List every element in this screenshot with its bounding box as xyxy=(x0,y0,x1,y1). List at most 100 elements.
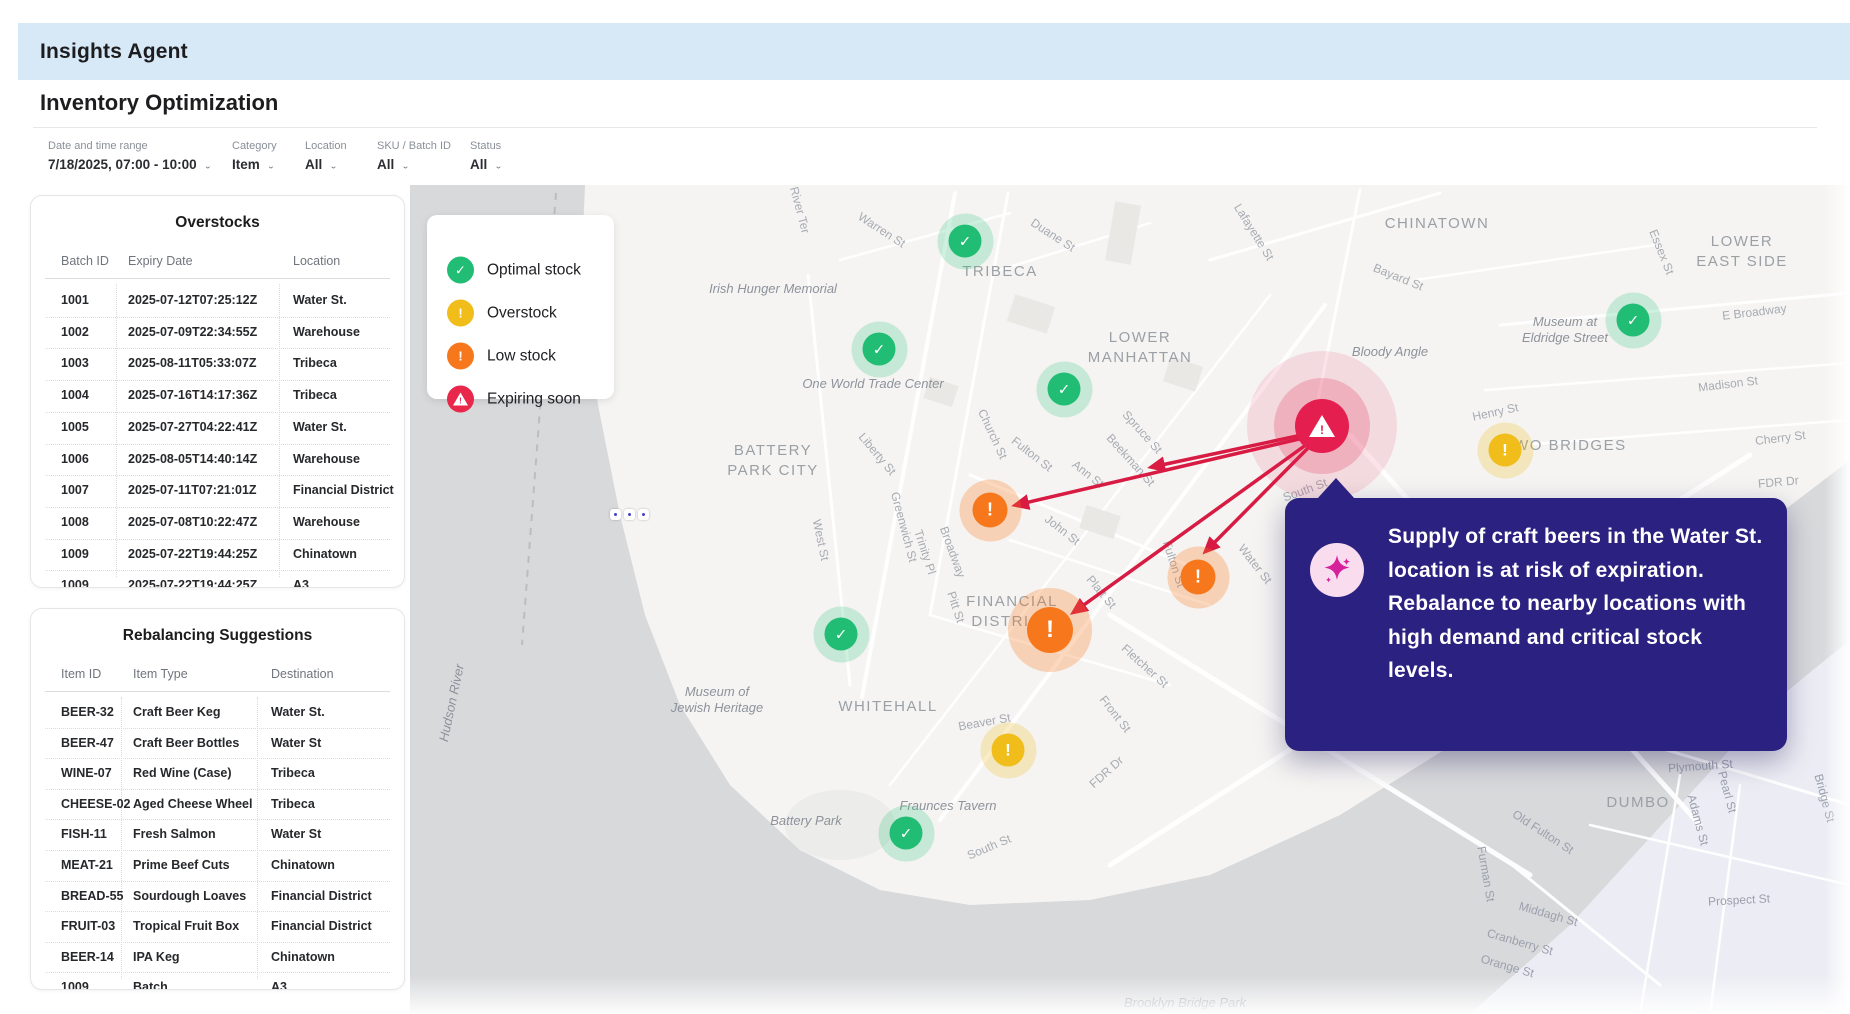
table-row: 1008 2025-07-08T10:22:47Z Warehouse xyxy=(45,506,390,538)
row-separator xyxy=(45,316,390,318)
filter-value: All xyxy=(470,157,488,172)
table-row: FRUIT-03 Tropical Fruit Box Financial Dist… xyxy=(45,911,390,942)
table-cell: Chinatown xyxy=(271,949,335,964)
legend-label: Expiring soon xyxy=(487,390,581,407)
exclamation-icon: ! xyxy=(991,733,1025,767)
table-cell: FRUIT-03 xyxy=(61,919,116,934)
column-header: Destination xyxy=(271,667,334,681)
legend-item-expiring: ! Expiring soon xyxy=(447,385,581,413)
table-cell: Tribeca xyxy=(293,388,337,403)
table-cell: 1004 xyxy=(61,388,89,403)
check-icon: ✓ xyxy=(824,617,858,651)
row-separator xyxy=(45,443,390,445)
filter-label: Category xyxy=(232,140,277,152)
low_big-marker[interactable]: ! xyxy=(1008,588,1092,672)
warning-triangle-icon: ! xyxy=(453,392,468,406)
table-row: 1007 2025-07-11T07:21:01Z Financial Distri… xyxy=(45,475,394,506)
legend-label: Optimal stock xyxy=(487,261,581,278)
filter-sku-batch-id[interactable]: SKU / Batch ID All ⌄ xyxy=(377,140,451,174)
table-cell: A3 xyxy=(293,578,309,588)
row-separator xyxy=(45,972,390,974)
table-cell: Warehouse xyxy=(293,451,360,466)
legend-item-low: ! Low stock xyxy=(447,342,556,370)
table-cell: 1009 xyxy=(61,578,89,588)
low-icon: ! xyxy=(447,342,474,370)
low-marker[interactable]: ! xyxy=(1167,546,1229,608)
row-separator xyxy=(45,506,390,508)
rebalancing-card: Rebalancing Suggestions Item ID Item Type… xyxy=(30,608,405,990)
map-dots-control[interactable] xyxy=(610,509,649,520)
check-icon: ✓ xyxy=(1047,372,1081,406)
check-icon: ✓ xyxy=(1616,303,1650,337)
table-cell: 2025-08-05T14:40:14Z xyxy=(128,451,258,466)
table-row: BEER-14 IPA Keg Chinatown xyxy=(45,941,390,973)
table-cell: 2025-07-11T07:21:01Z xyxy=(128,483,257,498)
callout-pointer xyxy=(1317,478,1355,499)
table-cell: Batch xyxy=(133,980,168,990)
optimal-marker[interactable]: ✓ xyxy=(1036,361,1092,417)
table-cell: FISH-11 xyxy=(61,827,107,842)
table-cell: Financial District xyxy=(271,919,372,934)
table-cell: Chinatown xyxy=(271,858,335,872)
table-row: 1002 2025-07-09T22:34:55Z Warehouse xyxy=(45,316,390,348)
check-icon: ✓ xyxy=(889,816,923,850)
optimal-marker[interactable]: ✓ xyxy=(851,321,907,377)
chevron-down-icon: ⌄ xyxy=(329,162,338,171)
low-marker[interactable]: ! xyxy=(959,479,1021,541)
table-cell: 2025-07-09T22:34:55Z xyxy=(128,324,258,339)
chevron-down-icon: ⌄ xyxy=(494,162,503,171)
table-cell: 2025-07-16T14:17:36Z xyxy=(128,388,258,403)
legend-item-overstock: ! Overstock xyxy=(447,299,557,327)
check-icon: ✓ xyxy=(948,224,982,258)
table-cell: Financial District xyxy=(293,483,394,498)
table-row: 1004 2025-07-16T14:17:36Z Tribeca xyxy=(45,380,390,411)
exclamation-icon: ! xyxy=(972,492,1008,528)
optimal-marker[interactable]: ✓ xyxy=(878,805,934,861)
table-cell: 1001 xyxy=(61,293,89,307)
optimal-marker[interactable]: ✓ xyxy=(937,213,993,269)
table-row: FISH-11 Fresh Salmon Water St xyxy=(45,819,390,850)
table-row: 1005 2025-07-27T04:22:41Z Water St. xyxy=(45,411,390,443)
overstock-icon: ! xyxy=(447,299,474,327)
optimal-marker[interactable]: ✓ xyxy=(813,606,869,662)
table-cell: Prime Beef Cuts xyxy=(133,858,230,872)
filter-date-and-time-range[interactable]: Date and time range 7/18/2025, 07:00 - 10… xyxy=(48,140,212,174)
filter-status[interactable]: Status All ⌄ xyxy=(470,140,503,174)
table-cell: 1002 xyxy=(61,324,89,339)
optimal-marker[interactable]: ✓ xyxy=(1605,292,1661,348)
row-separator xyxy=(45,819,390,821)
table-cell: 1008 xyxy=(61,514,89,529)
filter-location[interactable]: Location All ⌄ xyxy=(305,140,347,174)
table-cell: Aged Cheese Wheel xyxy=(133,796,253,811)
table-cell: BREAD-55 xyxy=(61,888,124,903)
table-row: BEER-47 Craft Beer Bottles Water St xyxy=(45,727,390,759)
table-cell: Chinatown xyxy=(293,546,357,561)
overstock-marker[interactable]: ! xyxy=(980,722,1036,778)
table-row: BREAD-55 Sourdough Loaves Financial Distri… xyxy=(45,880,390,912)
filter-value: All xyxy=(377,157,395,172)
table-row: BEER-32 Craft Beer Keg Water St. xyxy=(45,697,390,728)
filter-category[interactable]: Category Item ⌄ xyxy=(232,140,277,174)
optimal-icon: ✓ xyxy=(447,256,474,284)
table-cell: Warehouse xyxy=(293,324,360,339)
app-title: Insights Agent xyxy=(40,39,188,63)
ai-insight-callout: Supply of craft beers in the Water St. l… xyxy=(1285,478,1787,751)
table-row: 1001 2025-07-12T07:25:12Z Water St. xyxy=(45,285,390,316)
filter-value: Item xyxy=(232,157,260,172)
table-cell: Tribeca xyxy=(271,796,315,811)
row-separator xyxy=(45,348,390,350)
filter-value: All xyxy=(305,157,323,172)
table-cell: A3 xyxy=(271,980,287,990)
table-cell: CHEESE-02 xyxy=(61,796,131,811)
overstock-marker[interactable]: ! xyxy=(1477,422,1533,478)
table-cell: 2025-08-11T05:33:07Z xyxy=(128,356,257,371)
table-cell: Water St. xyxy=(293,293,347,307)
map-canvas[interactable]: ✓ Optimal stock ! Overstock ! Low stock! Expir… xyxy=(410,185,1850,1014)
expiring-icon: ! xyxy=(447,385,474,413)
table-row: 1006 2025-08-05T14:40:14Z Warehouse xyxy=(45,443,390,475)
table-cell: Water St. xyxy=(293,419,347,434)
row-separator xyxy=(45,380,390,382)
expiring-marker[interactable]: ! xyxy=(1247,351,1397,501)
exclamation-icon: ! xyxy=(1180,559,1216,595)
table-cell: Warehouse xyxy=(293,514,360,529)
